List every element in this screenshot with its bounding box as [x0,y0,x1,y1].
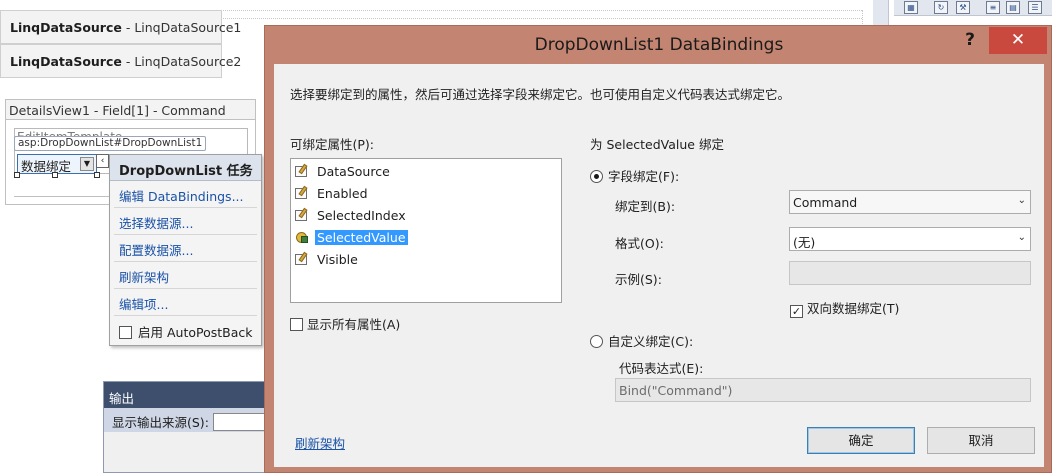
task-edit-items-link[interactable]: 编辑项... [114,289,257,316]
bind-to-label: 绑定到(B): [615,199,676,214]
autopostback-option[interactable]: 启用 AutoPostBack [110,316,261,342]
bind-to-select[interactable]: Command ⌄ [789,190,1031,214]
refresh-schema-link[interactable]: 刷新架构 [295,433,345,452]
output-window: 输出 显示输出来源(S): [103,381,273,473]
two-way-binding-option[interactable]: ✓ 双向数据绑定(T) [790,298,899,318]
smart-tag-glyph-icon[interactable]: ‹ [96,154,109,168]
property-icon [295,163,310,178]
show-all-properties-label: 显示所有属性(A) [307,317,401,332]
chevron-down-icon[interactable]: ▼ [80,157,94,171]
tasks-title: DropDownList 任务 [110,155,261,181]
designer-dropdownlist[interactable]: 数据绑定 ▼ [17,154,97,174]
chevron-down-icon: ⌄ [1017,232,1026,243]
chevron-down-icon: ⌄ [1017,195,1026,206]
property-item-selectedvalue[interactable]: SelectedValue [295,227,557,249]
close-icon: ✕ [1010,30,1026,50]
field-binding-label: 字段绑定(F): [608,169,680,184]
field-binding-option[interactable]: 字段绑定(F): [590,166,679,185]
autopostback-checkbox[interactable] [119,326,132,339]
dialog-description: 选择要绑定到的属性，然后可通过选择字段来绑定它。也可使用自定义代码表达式绑定它。 [290,87,791,102]
toolbar-strip: ▦ ↻ ⚒ ≡ ▤ ☰ [894,0,1052,16]
toolbar-pages-icon[interactable]: ▤ [1006,1,1020,14]
task-edit-databindings-link[interactable]: 编辑 DataBindings... [114,181,257,208]
bound-property-icon [295,231,310,244]
help-button[interactable]: ? [954,28,986,54]
bindable-properties-label: 可绑定属性(P): [290,137,375,152]
format-select[interactable]: (无) ⌄ [789,227,1031,251]
code-expression-label: 代码表达式(E): [619,361,704,376]
code-expression-field: Bind("Command") [615,378,1031,402]
property-item-label: Visible [317,252,358,267]
linqdatasource2-control[interactable]: LinqDataSource - LinqDataSource2 [0,44,241,78]
toolbar-list-icon[interactable]: ☰ [1028,1,1042,14]
property-item-selectedindex[interactable]: SelectedIndex [295,205,557,227]
autopostback-label: 启用 AutoPostBack [138,325,253,340]
toolbar-properties-icon[interactable]: ≡ [986,1,1000,14]
two-way-binding-checkbox[interactable]: ✓ [790,305,803,318]
property-item-visible[interactable]: Visible [295,249,557,271]
output-title: 输出 [104,382,272,408]
property-item-label: SelectedIndex [317,208,406,223]
close-button[interactable]: ✕ [989,27,1047,54]
toolbar-tool-icon[interactable]: ⚒ [956,1,970,14]
linqdatasource1-control[interactable]: LinqDataSource - LinqDataSource1 [0,10,241,44]
show-all-properties-checkbox[interactable] [290,318,303,331]
property-icon [295,185,310,200]
designer-dropdownlist-text: 数据绑定 [21,159,72,174]
property-icon [295,207,310,222]
task-choose-datasource-link[interactable]: 选择数据源... [114,208,257,235]
resize-handle[interactable] [14,172,20,178]
property-item-label: DataSource [317,164,390,179]
format-value: (无) [793,235,816,250]
cancel-button[interactable]: 取消 [927,427,1035,454]
linqdatasource1-id: - LinqDataSource1 [121,20,242,35]
bindable-properties-list[interactable]: DataSource Enabled SelectedIndex Selecte… [290,158,562,303]
property-item-label: SelectedValue [315,230,408,245]
property-item-enabled[interactable]: Enabled [295,183,557,205]
dialog-body: 选择要绑定到的属性，然后可通过选择字段来绑定它。也可使用自定义代码表达式绑定它。… [274,64,1044,467]
custom-binding-radio[interactable] [590,335,603,348]
property-item-label: Enabled [317,186,368,201]
output-source-label: 显示输出来源(S): [112,415,209,430]
resize-handle[interactable] [52,172,58,178]
sample-label: 示例(S): [615,272,662,287]
detailsview-header: DetailsView1 - Field[1] - Command [6,100,255,120]
bind-to-value: Command [793,195,858,210]
two-way-binding-label: 双向数据绑定(T) [807,301,900,316]
task-refresh-schema-link[interactable]: 刷新架构 [114,262,257,289]
sample-field [789,261,1031,285]
dropdownlist-tasks-panel: DropDownList 任务 编辑 DataBindings... 选择数据源… [109,154,262,346]
dialog-title: DropDownList1 DataBindings [534,35,784,55]
field-binding-radio[interactable] [590,170,603,183]
custom-binding-label: 自定义绑定(C): [608,334,694,349]
binding-for-heading: 为 SelectedValue 绑定 [590,137,724,152]
dialog-title-bar[interactable]: DropDownList1 DataBindings ? ✕ [265,26,1052,64]
asp-control-tag: asp:DropDownList#DropDownList1 [14,136,207,151]
toolbar-grid-icon[interactable]: ▦ [904,1,918,14]
show-all-properties-option[interactable]: 显示所有属性(A) [290,314,400,333]
resize-handle[interactable] [94,172,100,178]
property-item-datasource[interactable]: DataSource [295,161,557,183]
output-content[interactable] [104,432,272,472]
linqdatasource1-name: LinqDataSource [10,20,122,35]
property-icon [295,251,310,266]
custom-binding-option[interactable]: 自定义绑定(C): [590,331,693,350]
linqdatasource2-name: LinqDataSource [10,54,122,69]
toolbar-refresh-icon[interactable]: ↻ [934,1,948,14]
linqdatasource2-id: - LinqDataSource2 [121,54,242,69]
ok-button[interactable]: 确定 [807,427,915,454]
format-label: 格式(O): [615,236,664,251]
output-toolbar: 显示输出来源(S): [104,408,273,432]
databindings-dialog: DropDownList1 DataBindings ? ✕ 选择要绑定到的属性… [264,25,1052,473]
task-configure-datasource-link[interactable]: 配置数据源... [114,235,257,262]
